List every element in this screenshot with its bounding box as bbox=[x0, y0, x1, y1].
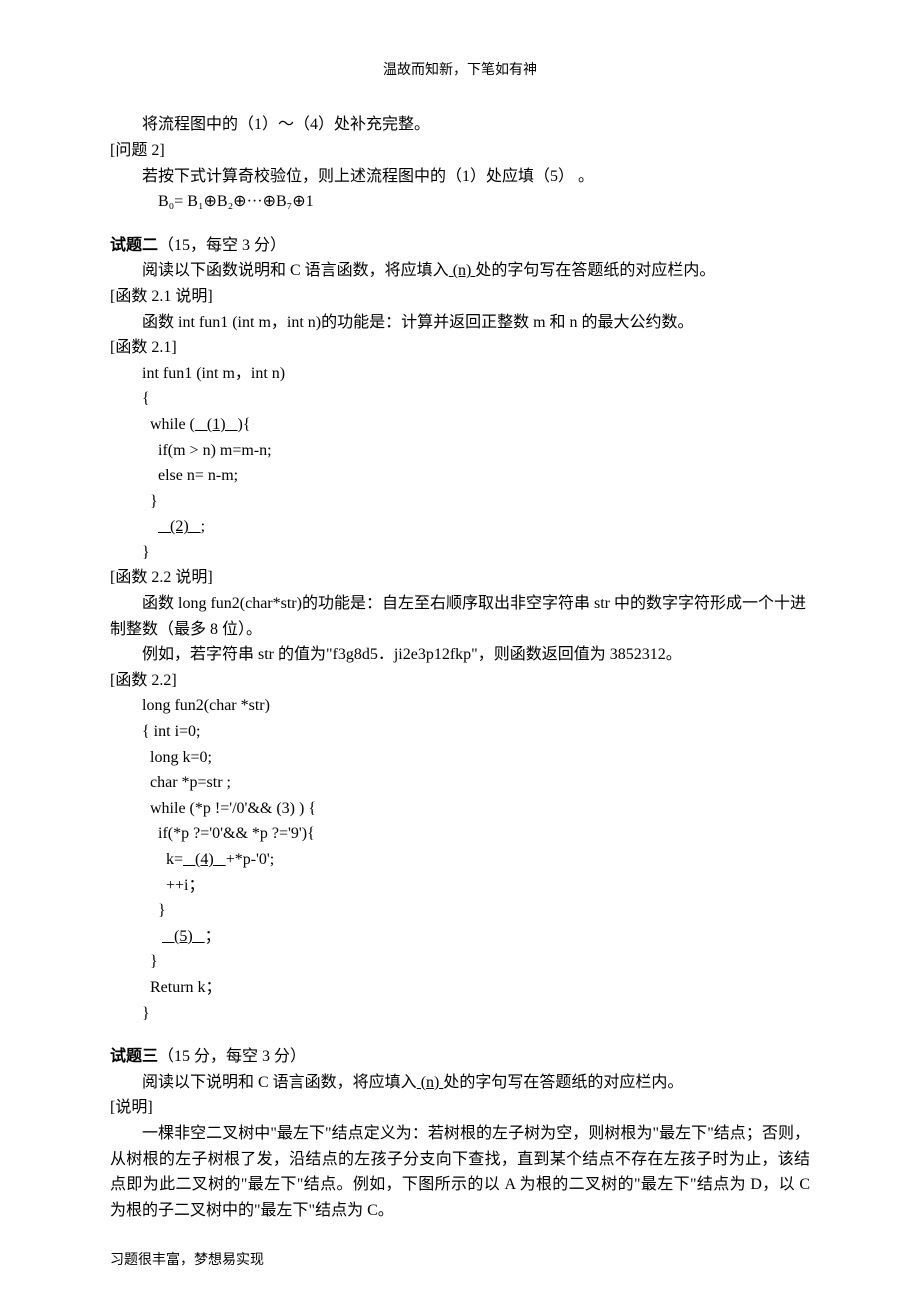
code-block-fun1: int fun1 (int m，int n) { while ( (1) ){ … bbox=[142, 361, 810, 566]
code-line: { bbox=[142, 390, 150, 407]
section-title: 试题二（15，每空 3 分） bbox=[110, 233, 810, 259]
section-title: [函数 2.2] bbox=[110, 668, 810, 694]
page-footer: 习题很丰富，梦想易实现 bbox=[110, 1250, 264, 1272]
page-header: 温故而知新，下笔如有神 bbox=[110, 60, 810, 82]
code-line: if(m > n) m=m-n; bbox=[142, 442, 272, 459]
body-text: 一棵非空二叉树中"最左下"结点定义为：若树根的左子树为空，则树根为"最左下"结点… bbox=[110, 1121, 810, 1223]
code-line: long k=0; bbox=[142, 749, 212, 766]
title-label: 试题三 bbox=[110, 1048, 158, 1065]
score-text: （15 分，每空 3 分） bbox=[158, 1048, 306, 1065]
text: 阅读以下说明和 C 语言函数，将应填入 bbox=[142, 1074, 417, 1091]
blank-5: (5) bbox=[162, 928, 205, 945]
formula: B₀= B₁⊕B₂⊕···⊕B₇⊕1 bbox=[110, 189, 810, 215]
title-label: 试题二 bbox=[110, 237, 158, 254]
code-line: while (*p !='/0'&& (3) ) { bbox=[142, 800, 316, 817]
body-text: 例如，若字符串 str 的值为"f3g8d5．ji2e3p12fkp"，则函数返… bbox=[110, 642, 810, 668]
body-text: 函数 int fun1 (int m，int n)的功能是：计算并返回正整数 m… bbox=[110, 310, 810, 336]
code-line: if(*p ?='0'&& *p ?='9'){ bbox=[142, 825, 315, 842]
blank-2: (2) bbox=[158, 518, 201, 535]
code-line: else n= n-m; bbox=[142, 467, 238, 484]
code-line: ++i； bbox=[142, 877, 205, 894]
blank-n: (n) bbox=[417, 1074, 444, 1091]
code-line: } bbox=[142, 544, 150, 561]
text: 处的字句写在答题纸的对应栏内。 bbox=[443, 1074, 683, 1091]
body-text: 函数 long fun2(char*str)的功能是：自左至右顺序取出非空字符串… bbox=[110, 591, 810, 642]
code-block-fun2: long fun2(char *str) { int i=0; long k=0… bbox=[142, 693, 810, 1026]
code-line bbox=[142, 518, 158, 535]
code-line: { int i=0; bbox=[142, 723, 200, 740]
section-title: [函数 2.1] bbox=[110, 335, 810, 361]
text: 阅读以下函数说明和 C 语言函数，将应填入 bbox=[142, 262, 449, 279]
code-line: while ( bbox=[142, 416, 195, 433]
body-text: 阅读以下说明和 C 语言函数，将应填入 (n) 处的字句写在答题纸的对应栏内。 bbox=[110, 1070, 810, 1096]
code-line: } bbox=[142, 493, 158, 510]
section-title: [函数 2.2 说明] bbox=[110, 565, 810, 591]
code-line: ; bbox=[201, 518, 205, 535]
body-text: 将流程图中的（1）～（4）处补充完整。 bbox=[110, 112, 810, 138]
code-line: } bbox=[142, 1005, 150, 1022]
blank-4: (4) bbox=[183, 851, 226, 868]
code-line: +*p-'0'; bbox=[226, 851, 275, 868]
text: 处的字句写在答题纸的对应栏内。 bbox=[475, 262, 715, 279]
code-line: } bbox=[142, 953, 158, 970]
section-title: 试题三（15 分，每空 3 分） bbox=[110, 1044, 810, 1070]
section-title: [说明] bbox=[110, 1095, 810, 1121]
section-title: [函数 2.1 说明] bbox=[110, 284, 810, 310]
code-line: Return k； bbox=[142, 979, 222, 996]
code-line: char *p=str ; bbox=[142, 774, 231, 791]
blank-n: (n) bbox=[449, 262, 476, 279]
body-text: 阅读以下函数说明和 C 语言函数，将应填入 (n) 处的字句写在答题纸的对应栏内… bbox=[110, 258, 810, 284]
code-line: long fun2(char *str) bbox=[142, 697, 270, 714]
code-line: } bbox=[142, 902, 166, 919]
code-line: k= bbox=[142, 851, 183, 868]
body-text: 若按下式计算奇校验位，则上述流程图中的（1）处应填（5） 。 bbox=[110, 164, 810, 190]
code-line: ){ bbox=[238, 416, 251, 433]
code-line: int fun1 (int m，int n) bbox=[142, 365, 285, 382]
section-title: [问题 2] bbox=[110, 138, 810, 164]
code-line bbox=[142, 928, 162, 945]
code-line: ； bbox=[205, 928, 221, 945]
blank-1: (1) bbox=[195, 416, 238, 433]
score-text: （15，每空 3 分） bbox=[158, 237, 286, 254]
